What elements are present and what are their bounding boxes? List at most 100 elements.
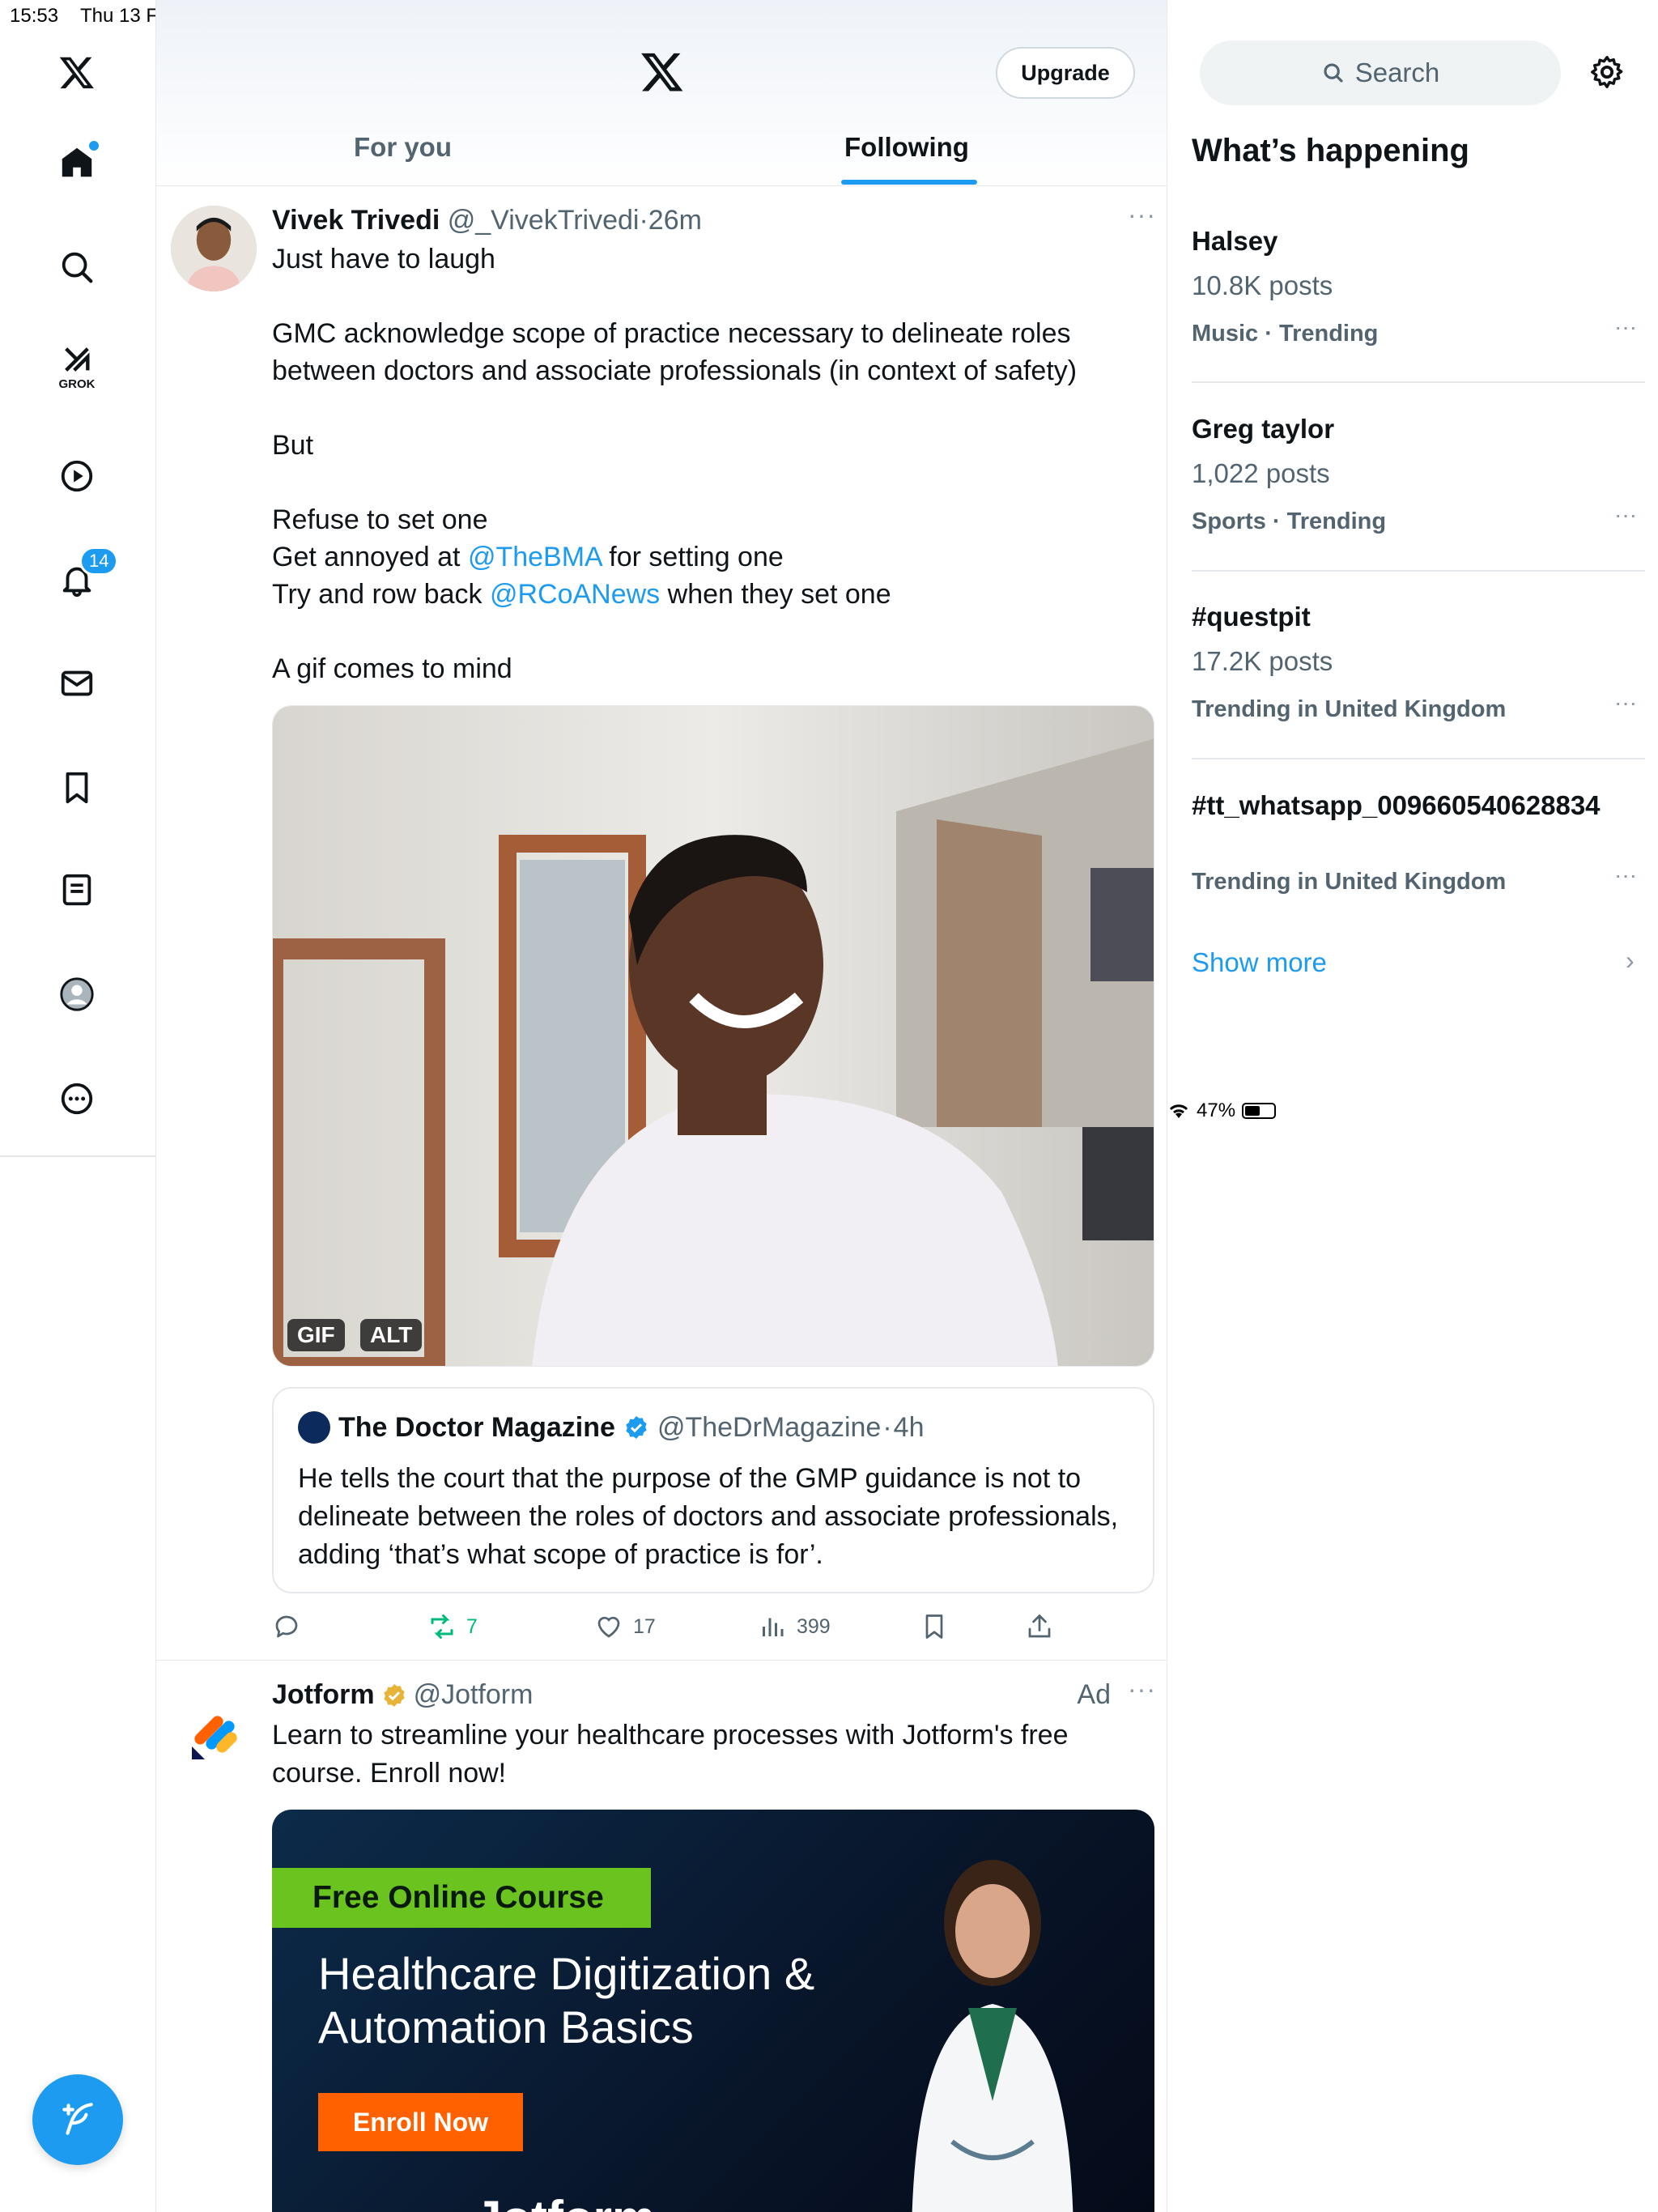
separator: · <box>639 205 648 236</box>
mention-link[interactable]: @RCoANews <box>490 579 660 610</box>
retweet-button[interactable]: 7 <box>427 1612 478 1641</box>
retweet-count: 7 <box>466 1614 478 1638</box>
author-handle[interactable]: @_VivekTrivedi <box>448 205 640 236</box>
verified-badge-icon <box>626 1416 647 1439</box>
trend-meta: Trending in United Kingdom <box>1192 869 1507 895</box>
grok-icon[interactable]: GROK <box>50 338 104 392</box>
text-span: for setting one <box>601 542 784 572</box>
search-input[interactable]: Search <box>1200 40 1561 105</box>
trend-item[interactable]: #tt_whatsapp_009660540628834 Trending in… <box>1192 789 1645 911</box>
ad-card-pill: Free Online Course <box>272 1868 651 1928</box>
trend-more-icon[interactable]: ··· <box>1614 690 1637 716</box>
avatar[interactable] <box>171 206 257 291</box>
search-icon[interactable] <box>50 240 104 294</box>
trend-posts: 10.8K posts <box>1192 270 1333 300</box>
heart-icon <box>597 1616 620 1638</box>
compose-post-button[interactable] <box>32 2074 123 2165</box>
gif-media[interactable]: GIF ALT <box>272 705 1154 1367</box>
tweet-header: Vivek Trivedi @_VivekTrivedi·26m <box>272 205 702 236</box>
feather-plus-icon <box>62 2103 93 2135</box>
search-placeholder: Search <box>1354 57 1440 87</box>
tweet-line: GMC acknowledge scope of practice necess… <box>272 318 1078 386</box>
bell-icon[interactable]: 14 <box>50 547 119 606</box>
doctor-photo <box>912 1860 1073 2212</box>
trend-meta: Sports · Trending <box>1192 508 1387 534</box>
mention-link[interactable]: @TheBMA <box>468 542 602 572</box>
tweet[interactable]: Vivek Trivedi @_VivekTrivedi·26m ··· Jus… <box>156 187 1167 1661</box>
tweet-actions: 7 17 399 <box>272 1612 1163 1653</box>
tweet-line: But <box>272 430 314 461</box>
empty-line <box>272 278 1122 315</box>
nav-divider <box>0 1155 156 1157</box>
tweet-line: Try and row back @RCoANews when they set… <box>272 576 1122 613</box>
quote-header: The Doctor Magazine @TheDrMagazine · 4h <box>298 1411 925 1444</box>
trend-name: Halsey <box>1192 226 1278 256</box>
views-chart-icon <box>763 1618 784 1636</box>
ad-card[interactable]: Free Online Course Healthcare Digitizati… <box>272 1810 1154 2212</box>
x-logo-icon[interactable] <box>50 45 104 99</box>
empty-line <box>272 464 1122 501</box>
notifications-badge: 14 <box>79 547 119 576</box>
bookmark-icon <box>925 1614 943 1639</box>
tweet-more-icon[interactable]: ··· <box>1128 200 1156 230</box>
reply-icon <box>275 1615 298 1638</box>
profile-icon[interactable] <box>50 968 104 1021</box>
separator: · <box>882 1411 892 1443</box>
trend-item[interactable]: Greg taylor 1,022 posts Sports · Trendin… <box>1192 413 1645 572</box>
home-icon[interactable] <box>50 136 104 189</box>
gear-icon[interactable] <box>1588 53 1626 91</box>
avatar[interactable] <box>298 1411 330 1444</box>
lists-icon[interactable] <box>50 863 104 917</box>
upgrade-button[interactable]: Upgrade <box>996 47 1135 99</box>
x-logo-icon[interactable] <box>640 49 685 94</box>
author-name[interactable]: Vivek Trivedi <box>272 205 440 236</box>
tweet-time[interactable]: 26m <box>648 205 702 236</box>
bookmark-icon[interactable] <box>50 761 104 815</box>
ad-header: Jotform @Jotform <box>272 1679 533 1711</box>
share-button[interactable] <box>1025 1612 1054 1641</box>
quote-time[interactable]: 4h <box>894 1412 925 1444</box>
trend-more-icon[interactable]: ··· <box>1614 314 1637 340</box>
chevron-right-icon: › <box>1626 946 1635 975</box>
share-icon <box>1028 1614 1051 1638</box>
tab-for-you[interactable]: For you <box>354 132 452 163</box>
tweet-line: Just have to laugh <box>272 244 495 274</box>
ad-more-icon[interactable]: ··· <box>1128 1674 1156 1704</box>
advertiser-name[interactable]: Jotform <box>272 1679 375 1711</box>
show-more-link[interactable]: Show more <box>1192 947 1327 978</box>
ad-text: Learn to streamline your healthcare proc… <box>272 1720 1069 1789</box>
whats-happening-title: What’s happening <box>1192 133 1469 168</box>
trend-name: #tt_whatsapp_009660540628834 <box>1192 790 1601 820</box>
quote-author-name[interactable]: The Doctor Magazine <box>338 1412 615 1444</box>
gif-tag: GIF <box>287 1319 345 1351</box>
quote-author-handle[interactable]: @TheDrMagazine <box>657 1412 881 1444</box>
bookmark-button[interactable] <box>920 1612 949 1641</box>
verified-gold-badge-icon <box>383 1683 405 1707</box>
trend-more-icon[interactable]: ··· <box>1614 502 1637 528</box>
home-unread-dot <box>89 141 99 151</box>
tweet-text: Just have to laugh GMC acknowledge scope… <box>272 240 1122 687</box>
more-icon[interactable] <box>50 1072 104 1125</box>
views-button[interactable]: 399 <box>758 1612 831 1641</box>
trend-item[interactable]: Halsey 10.8K posts Music · Trending ··· <box>1192 225 1645 383</box>
trend-name: #questpit <box>1192 602 1311 632</box>
alt-tag[interactable]: ALT <box>360 1319 423 1351</box>
enroll-now-button[interactable]: Enroll Now <box>318 2093 523 2151</box>
jotform-logo-icon[interactable] <box>187 1706 245 1764</box>
video-icon[interactable] <box>50 449 104 503</box>
trend-posts: 17.2K posts <box>1192 646 1333 676</box>
quoted-tweet[interactable]: The Doctor Magazine @TheDrMagazine · 4h He… <box>272 1387 1154 1593</box>
advertiser-handle[interactable]: @Jotform <box>414 1679 534 1711</box>
trend-item[interactable]: #questpit 17.2K posts Trending in United… <box>1192 601 1645 759</box>
reply-button[interactable] <box>272 1612 301 1641</box>
tab-following[interactable]: Following <box>844 132 969 163</box>
left-navigation: GROK 14 <box>0 0 156 2212</box>
active-tab-indicator <box>841 180 977 185</box>
like-count: 17 <box>633 1614 656 1638</box>
main-timeline: Upgrade For you Following Vivek Trivedi … <box>156 0 1167 2212</box>
like-button[interactable]: 17 <box>594 1612 656 1641</box>
trend-more-icon[interactable]: ··· <box>1614 862 1637 888</box>
promoted-tweet[interactable]: Jotform @Jotform Ad ··· Learn to streaml… <box>156 1661 1167 2212</box>
mail-icon[interactable] <box>50 657 104 710</box>
trend-name: Greg taylor <box>1192 414 1335 444</box>
